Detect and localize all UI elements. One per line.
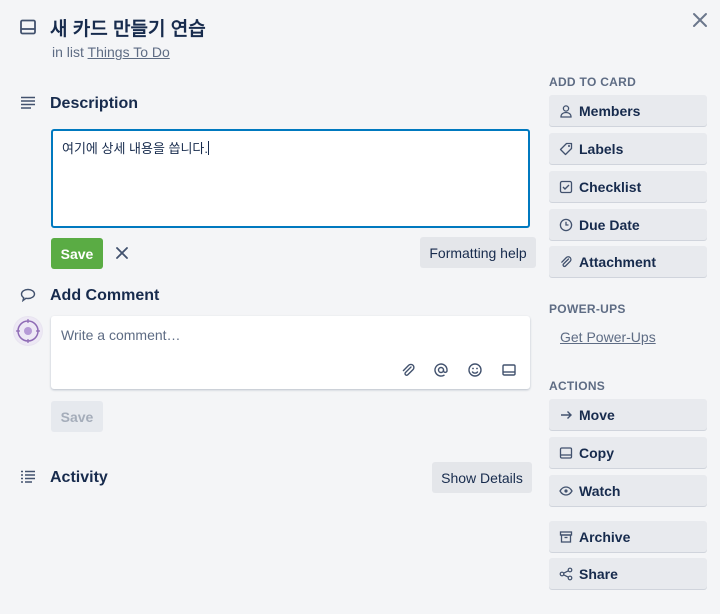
members-button[interactable]: Members <box>549 95 707 126</box>
comment-save-button[interactable]: Save <box>51 401 103 432</box>
checklist-button[interactable]: Checklist <box>549 171 707 202</box>
copy-label: Copy <box>579 444 614 461</box>
add-comment-heading: Add Comment <box>50 287 160 304</box>
attachment-button[interactable]: Attachment <box>549 246 707 277</box>
comment-placeholder: Write a comment… <box>61 327 181 343</box>
due-date-button[interactable]: Due Date <box>549 209 707 240</box>
actions-heading: ACTIONS <box>549 379 606 393</box>
activity-heading: Activity <box>50 469 108 486</box>
archive-label: Archive <box>579 528 631 545</box>
description-text: 여기에 상세 내용을 씁니다. <box>62 141 209 156</box>
card-icon <box>19 18 37 36</box>
move-label: Move <box>579 406 615 423</box>
add-to-card-heading: ADD TO CARD <box>549 75 637 89</box>
list-name-link[interactable]: Things To Do <box>88 44 170 60</box>
attachment-label: Attachment <box>579 253 657 270</box>
checkbox-icon <box>559 180 573 194</box>
get-power-ups-link[interactable]: Get Power-Ups <box>560 329 656 345</box>
description-save-button[interactable]: Save <box>51 238 103 269</box>
emoji-icon[interactable] <box>467 362 483 378</box>
due-date-label: Due Date <box>579 216 640 233</box>
watch-label: Watch <box>579 482 621 499</box>
archive-icon <box>559 530 573 544</box>
close-icon[interactable] <box>690 10 710 30</box>
text-caret <box>208 141 210 155</box>
share-icon <box>559 567 573 581</box>
in-list-prefix: in list <box>52 44 84 60</box>
paperclip-icon <box>559 255 573 269</box>
power-ups-heading: POWER-UPS <box>549 302 626 316</box>
description-textarea[interactable]: 여기에 상세 내용을 씁니다. <box>51 129 530 228</box>
arrow-right-icon <box>559 408 573 422</box>
copy-button[interactable]: Copy <box>549 437 707 468</box>
description-icon <box>20 96 36 110</box>
activity-icon <box>20 470 36 484</box>
share-button[interactable]: Share <box>549 558 707 589</box>
card-icon[interactable] <box>501 362 517 378</box>
move-button[interactable]: Move <box>549 399 707 430</box>
members-label: Members <box>579 102 641 119</box>
card-title[interactable]: 새 카드 만들기 연습 <box>50 14 206 41</box>
comment-icon <box>20 288 36 302</box>
labels-button[interactable]: Labels <box>549 133 707 164</box>
avatar[interactable] <box>13 316 43 346</box>
formatting-help-button[interactable]: Formatting help <box>420 237 536 268</box>
card-icon <box>559 446 573 460</box>
watch-button[interactable]: Watch <box>549 475 707 506</box>
share-label: Share <box>579 565 618 582</box>
tag-icon <box>559 142 573 156</box>
archive-button[interactable]: Archive <box>549 521 707 552</box>
attachment-icon[interactable] <box>400 362 416 378</box>
person-icon <box>559 104 573 118</box>
cancel-edit-icon[interactable] <box>114 245 130 261</box>
checklist-label: Checklist <box>579 178 642 195</box>
in-list-text: in list Things To Do <box>52 44 170 60</box>
mention-icon[interactable] <box>433 362 449 378</box>
description-heading: Description <box>50 95 139 112</box>
labels-label: Labels <box>579 140 624 157</box>
show-details-button[interactable]: Show Details <box>432 462 532 493</box>
eye-icon <box>559 484 573 498</box>
clock-icon <box>559 218 573 232</box>
